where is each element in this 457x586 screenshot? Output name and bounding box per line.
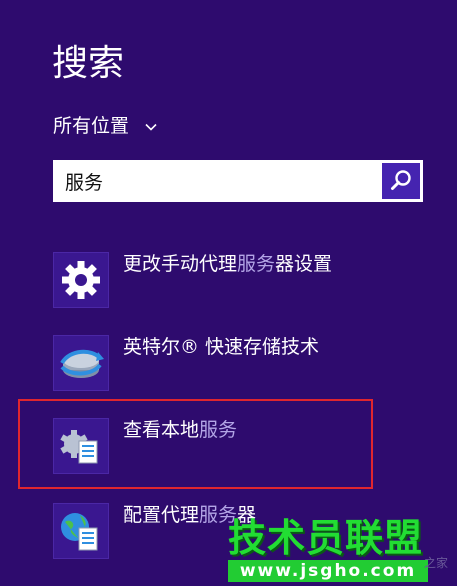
search-scope-dropdown[interactable]: 所有位置 — [53, 113, 157, 139]
search-box — [53, 160, 423, 202]
result-text: 配置代理 — [123, 504, 200, 526]
search-scope-label: 所有位置 — [53, 115, 130, 137]
watermark-title: 技术员联盟 — [228, 516, 424, 560]
chevron-down-icon — [145, 123, 157, 131]
globe-settings-icon — [61, 513, 98, 551]
result-label: 更改手动代理服务器设置 — [123, 251, 332, 277]
search-result-item[interactable]: 更改手动代理服务器设置 — [53, 252, 413, 308]
site-watermark: 技术员联盟 www.jsgho.com 之家 — [228, 516, 457, 586]
result-match-text: 服务 — [237, 253, 276, 275]
search-input[interactable] — [53, 160, 382, 202]
watermark-side-text: 之家 — [424, 556, 449, 570]
search-button[interactable] — [382, 163, 420, 199]
result-label: 英特尔® 快速存储技术 — [123, 334, 319, 360]
result-tile — [53, 335, 109, 391]
result-text: 英特尔® 快速存储技术 — [123, 336, 320, 358]
result-text-suffix: 器设置 — [275, 253, 333, 275]
watermark-url: www.jsgho.com — [228, 560, 428, 582]
result-text: 更改手动代理 — [123, 253, 238, 275]
result-tile — [53, 503, 109, 559]
annotation-highlight-box — [18, 399, 373, 489]
result-tile — [53, 252, 109, 308]
gear-icon — [62, 261, 100, 299]
storage-icon — [60, 349, 104, 378]
search-result-item[interactable]: 英特尔® 快速存储技术 — [53, 335, 413, 391]
search-icon — [391, 170, 411, 190]
search-panel-title: 搜索 — [52, 43, 125, 84]
